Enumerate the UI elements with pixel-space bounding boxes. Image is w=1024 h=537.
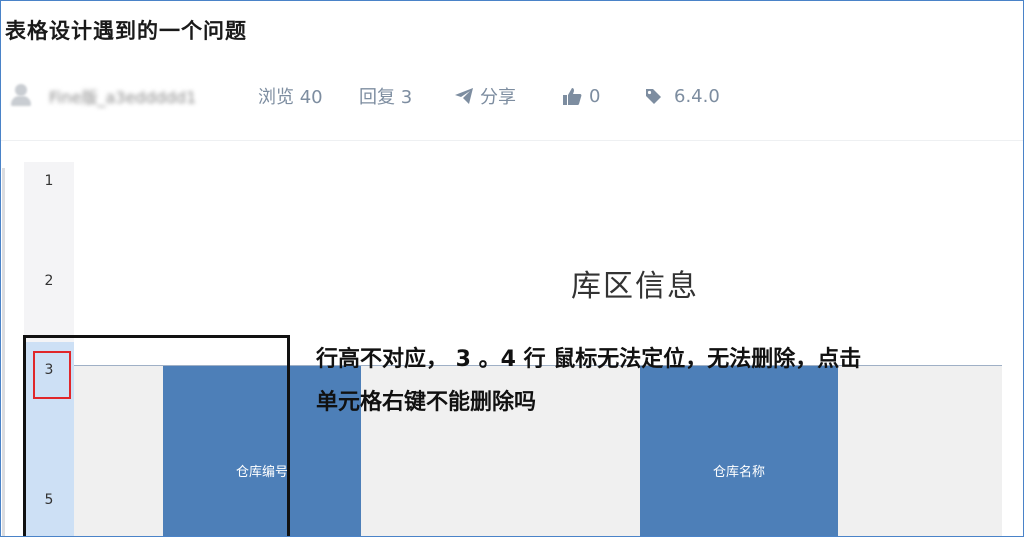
post-meta-bar: 浏览 40 回复 3 分享 0 6.4.0 [1,81,1023,111]
highlight-box-black [23,335,290,536]
row-number[interactable]: 1 [24,173,74,189]
send-icon [454,87,474,105]
views-count: 浏览 40 [258,87,323,108]
share-label: 分享 [480,87,516,108]
thumbs-up-icon [562,87,582,106]
like-button[interactable]: 0 [562,81,600,111]
spreadsheet-screenshot: 1 2 3 5 库区信息 仓库编号 仓库名称 行高不对应， 3 。4 行 鼠标无… [2,146,1023,536]
version-label: 6.4.0 [674,85,720,107]
header-divider [1,140,1023,141]
cell-label: 仓库名称 [712,465,765,480]
like-count: 0 [589,85,601,107]
annotation-text-line1: 行高不对应， 3 。4 行 鼠标无法定位，无法删除，点击 [316,347,862,372]
table-cell[interactable] [838,366,1002,536]
version-tag[interactable]: 6.4.0 [645,81,720,111]
sheet-title: 库区信息 [571,269,699,304]
post-title: 表格设计遇到的一个问题 [5,19,247,43]
tag-icon [645,88,662,105]
row-number[interactable]: 2 [24,273,74,289]
share-button[interactable]: 分享 [454,81,516,111]
header-cell-warehouse-name[interactable]: 仓库名称 [640,366,838,536]
annotation-text-line2: 单元格右键不能删除吗 [316,390,537,415]
screenshot-frame: 表格设计遇到的一个问题 Fine版_a3eddddd1 浏览 40 回复 3 分… [0,0,1024,537]
replies-count[interactable]: 回复 3 [359,81,412,111]
